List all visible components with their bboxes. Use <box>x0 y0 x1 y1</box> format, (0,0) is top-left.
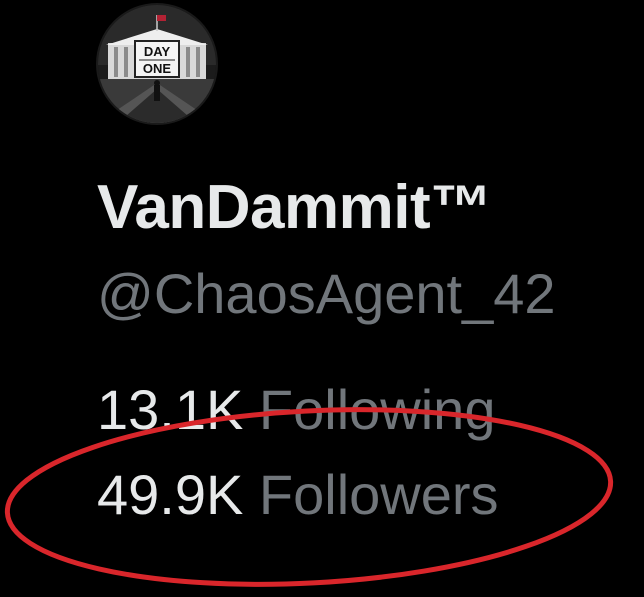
white-house-day-one-image: DAY ONE <box>98 5 216 123</box>
followers-count: 49.9K <box>97 463 244 526</box>
following-stat-link[interactable]: 13.1K Following <box>97 378 495 442</box>
display-name: VanDammit™ <box>97 173 492 242</box>
following-count: 13.1K <box>97 378 244 441</box>
avatar-sign-text-top: DAY <box>144 44 171 59</box>
followers-label: Followers <box>258 463 499 526</box>
followers-stat-link[interactable]: 49.9K Followers <box>97 463 499 527</box>
avatar-sign-text-bottom: ONE <box>143 61 172 76</box>
avatar[interactable]: DAY ONE <box>96 3 218 125</box>
profile-handle: @ChaosAgent_42 <box>97 262 556 325</box>
following-label: Following <box>258 378 496 441</box>
